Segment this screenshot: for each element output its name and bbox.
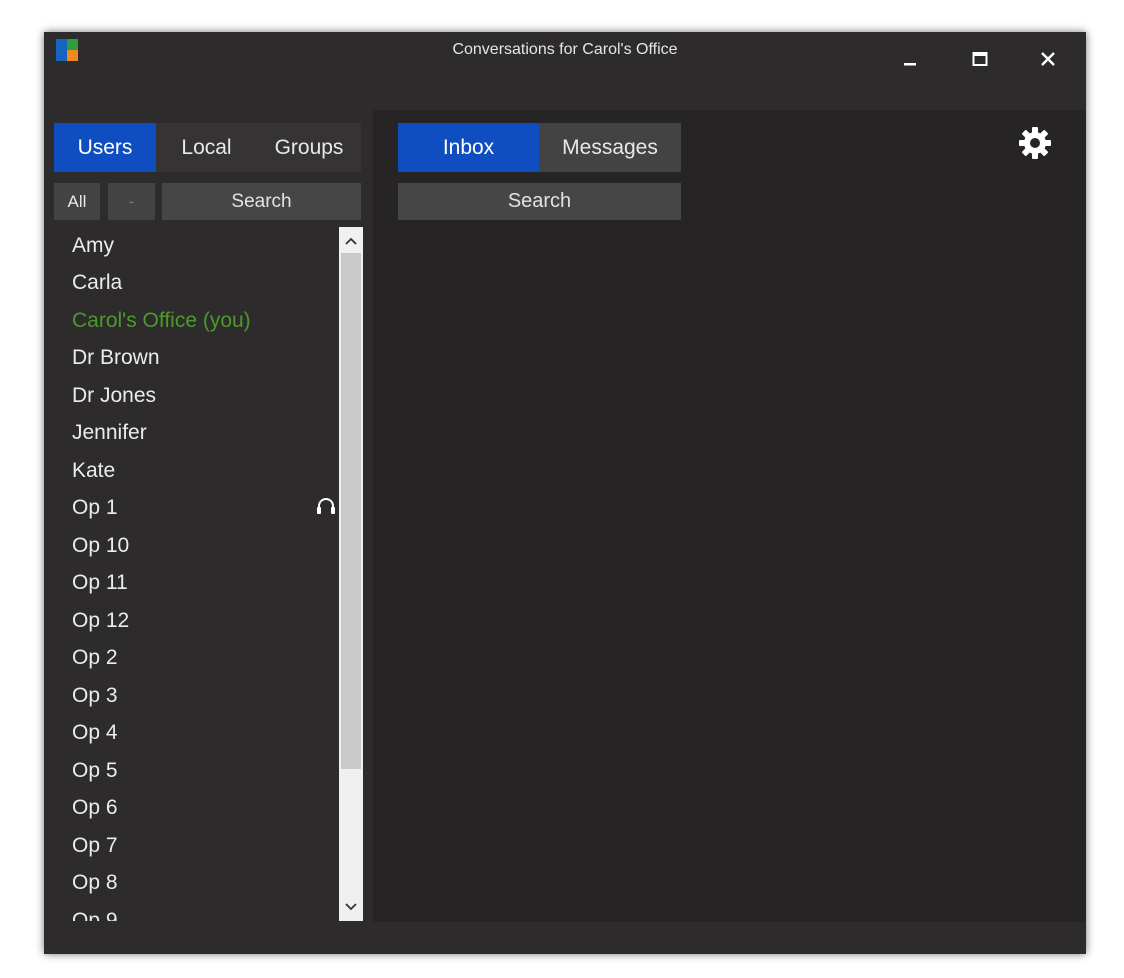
list-item[interactable]: Op 12 xyxy=(72,602,129,639)
scroll-thumb[interactable] xyxy=(341,253,361,769)
minimize-button[interactable] xyxy=(887,42,933,76)
app-window: Conversations for Carol's Office Users L… xyxy=(44,32,1086,954)
list-item[interactable]: Op 7 xyxy=(72,827,118,864)
user-list: Amy Carla Carol's Office (you) Dr Brown … xyxy=(54,227,340,921)
list-item[interactable]: Carla xyxy=(72,264,122,301)
list-item[interactable]: Op 1 xyxy=(72,489,118,526)
list-item[interactable]: Op 5 xyxy=(72,752,118,789)
tab-groups[interactable]: Groups xyxy=(257,123,361,172)
user-list-scrollbar[interactable] xyxy=(339,227,363,921)
list-item[interactable]: Op 6 xyxy=(72,789,118,826)
title-bar[interactable]: Conversations for Carol's Office xyxy=(44,32,1086,110)
list-item[interactable]: Jennifer xyxy=(72,414,147,451)
left-panel: Users Local Groups All - Search Amy Carl… xyxy=(54,123,363,922)
message-search-input[interactable]: Search xyxy=(398,183,681,220)
list-item[interactable]: Op 9 xyxy=(72,902,118,921)
close-icon xyxy=(1041,52,1055,66)
list-item[interactable]: Amy xyxy=(72,227,114,264)
scroll-down-icon[interactable] xyxy=(339,895,363,919)
tab-inbox[interactable]: Inbox xyxy=(398,123,539,172)
conversation-panel: Inbox Messages Search xyxy=(373,110,1086,922)
list-item-current-user[interactable]: Carol's Office (you) xyxy=(72,302,251,339)
list-item[interactable]: Op 4 xyxy=(72,714,118,751)
list-item[interactable]: Op 11 xyxy=(72,564,128,601)
list-item[interactable]: Op 3 xyxy=(72,677,118,714)
list-item[interactable]: Op 10 xyxy=(72,527,129,564)
filter-all-button[interactable]: All xyxy=(54,183,100,220)
list-item[interactable]: Op 2 xyxy=(72,639,118,676)
list-item[interactable]: Kate xyxy=(72,452,115,489)
filter-minus-button[interactable]: - xyxy=(108,183,155,220)
tab-messages[interactable]: Messages xyxy=(539,123,681,172)
user-search-input[interactable]: Search xyxy=(162,183,361,220)
maximize-button[interactable] xyxy=(957,42,1003,76)
minimize-icon xyxy=(904,63,916,66)
headset-icon xyxy=(317,498,335,514)
scroll-up-icon[interactable] xyxy=(339,229,363,253)
close-button[interactable] xyxy=(1025,42,1071,76)
list-item[interactable]: Dr Brown xyxy=(72,339,160,376)
maximize-icon xyxy=(972,52,988,66)
gear-icon[interactable] xyxy=(1017,125,1053,161)
list-item[interactable]: Dr Jones xyxy=(72,377,156,414)
tab-local[interactable]: Local xyxy=(156,123,257,172)
list-item[interactable]: Op 8 xyxy=(72,864,118,901)
tab-users[interactable]: Users xyxy=(54,123,156,172)
